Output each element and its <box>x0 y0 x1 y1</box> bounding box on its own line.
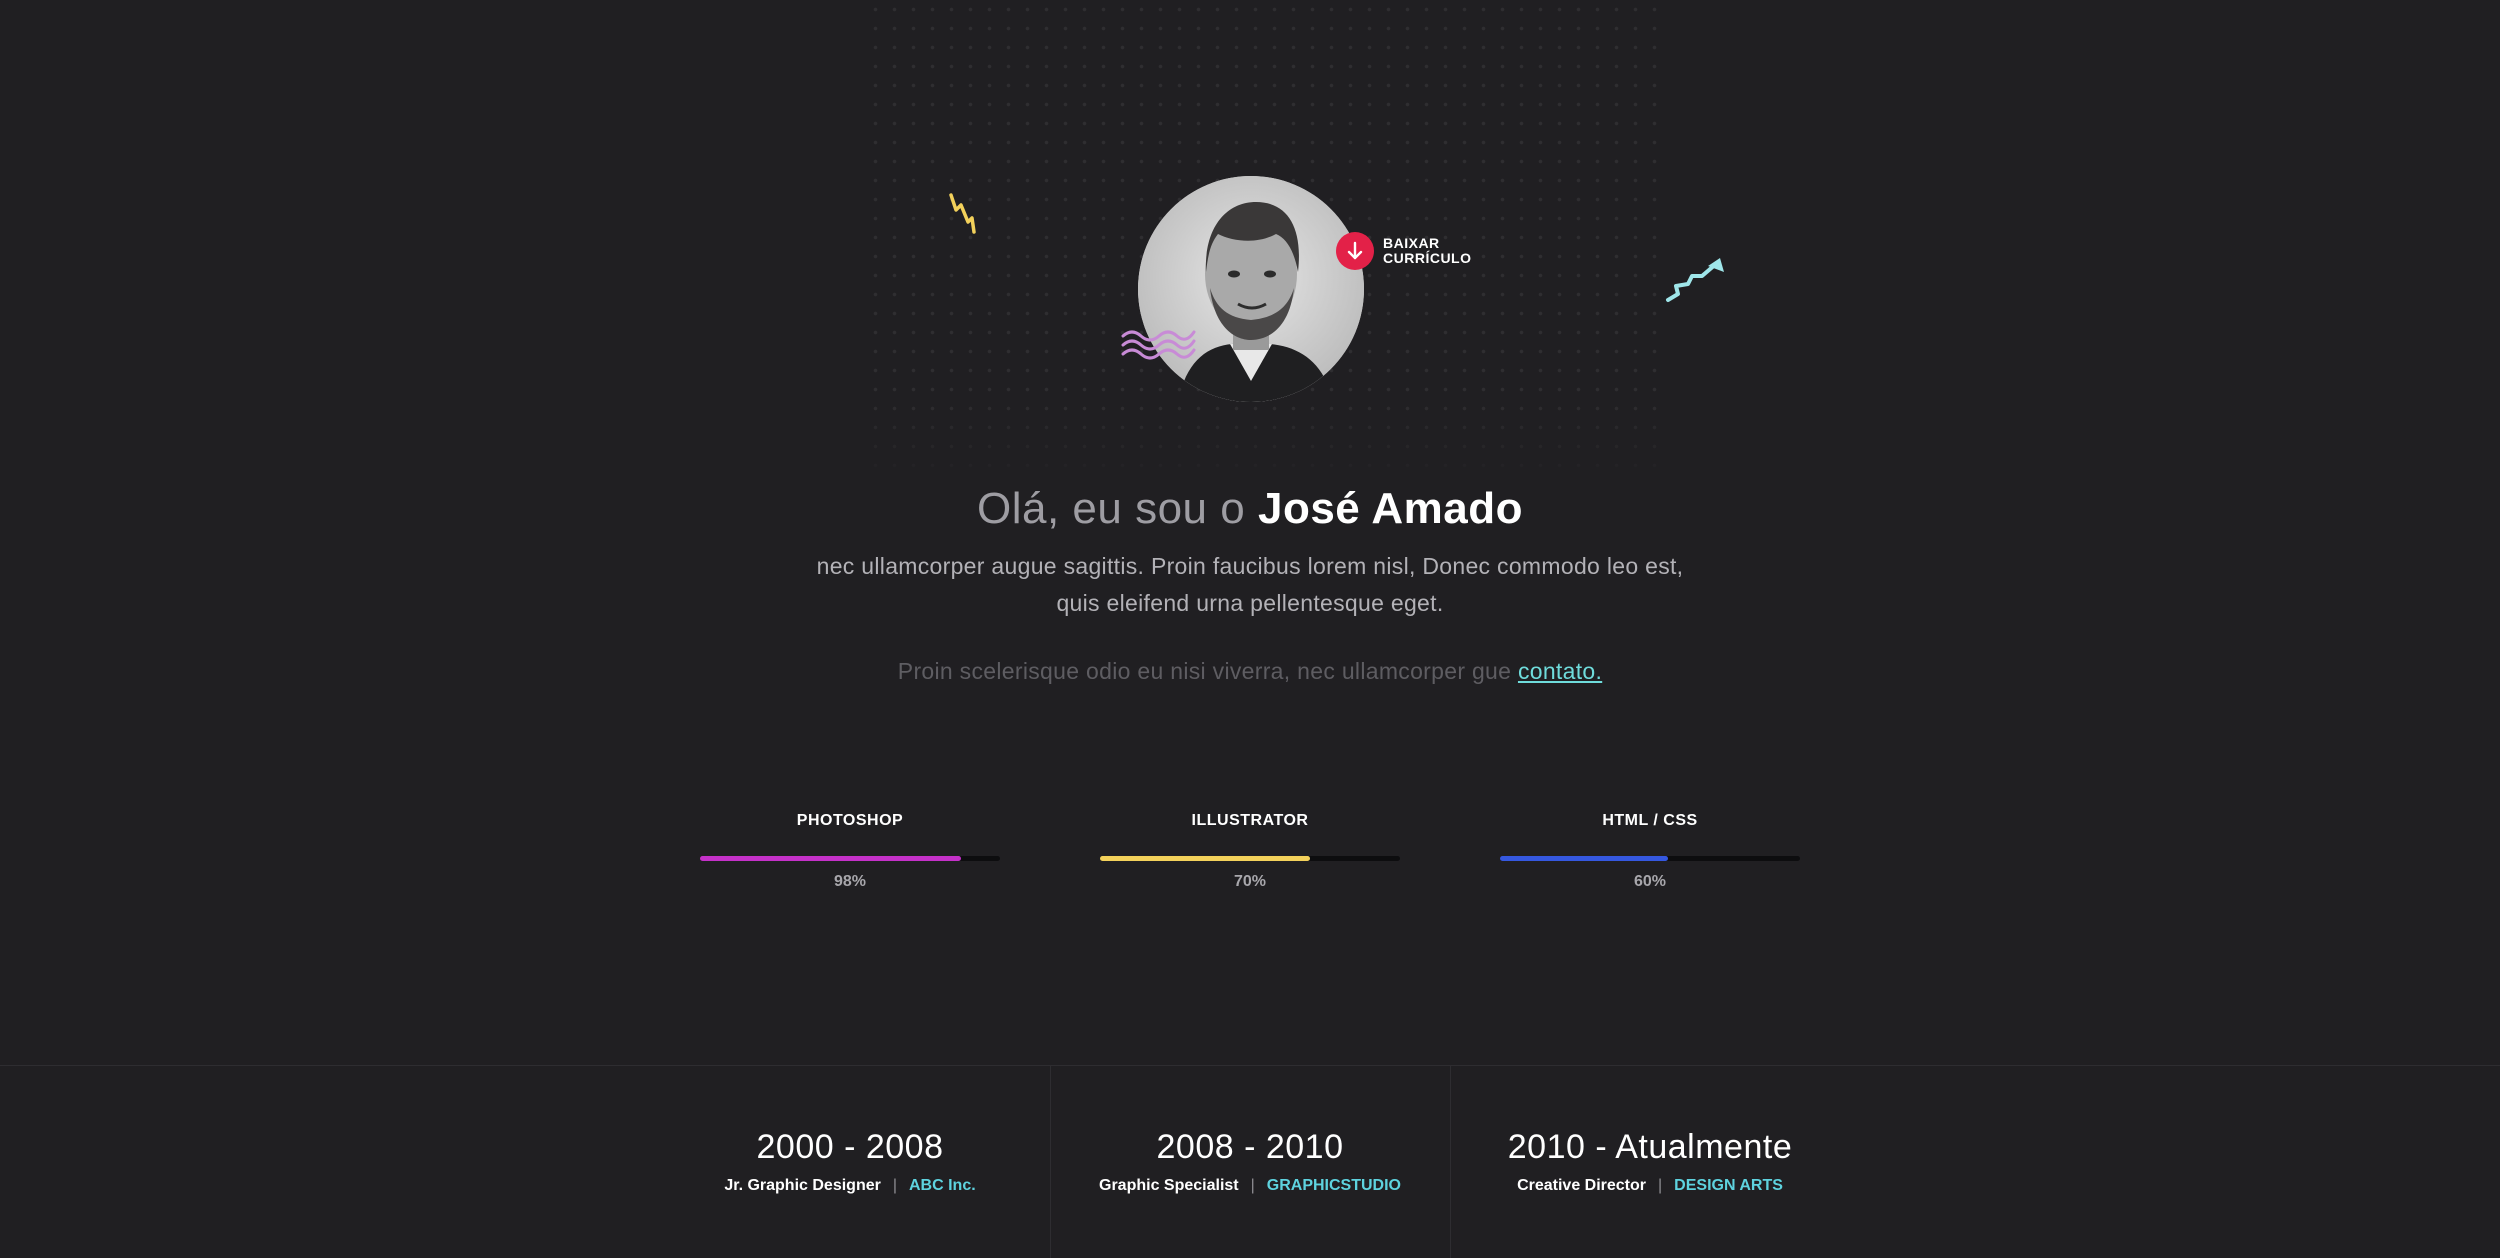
skill-progress-fill <box>1100 856 1310 861</box>
experience-details: Creative Director | DESIGN ARTS <box>1450 1177 1850 1195</box>
skill-progress-track <box>1500 856 1800 861</box>
experience-details: Graphic Specialist | GRAPHICSTUDIO <box>1050 1177 1450 1195</box>
avatar <box>1138 176 1364 402</box>
download-cv-label: BAIXAR CURRÍCULO <box>1383 236 1472 266</box>
skill-progress-fill <box>700 856 961 861</box>
download-label-line2: CURRÍCULO <box>1383 250 1472 266</box>
arrow-down-icon <box>1336 232 1374 270</box>
contact-line: Proin scelerisque odio eu nisi viverra, … <box>0 658 2500 685</box>
skill-html-css: HTML / CSS 60% <box>1500 812 1800 891</box>
skill-name: PHOTOSHOP <box>796 812 904 829</box>
skill-name: HTML / CSS <box>1602 812 1698 829</box>
page-title: Olá, eu sou o José Amado <box>0 484 2500 534</box>
experience-company: DESIGN ARTS <box>1674 1177 1783 1194</box>
skill-progress-fill <box>1500 856 1668 861</box>
experience-company: GRAPHICSTUDIO <box>1266 1177 1401 1194</box>
wave-icon <box>1121 330 1196 360</box>
experience-item: 2000 - 2008 Jr. Graphic Designer | ABC Inc… <box>650 1128 1050 1195</box>
skill-percent: 70% <box>1233 873 1267 890</box>
person-name: José Amado <box>1257 484 1523 533</box>
greeting-text: Olá, eu sou o <box>977 484 1246 533</box>
lightning-icon <box>949 193 976 234</box>
experience-separator: | <box>1658 1177 1663 1194</box>
experience-years: 2000 - 2008 <box>756 1128 944 1166</box>
experience-role: Jr. Graphic Designer <box>724 1177 881 1194</box>
experience-role: Graphic Specialist <box>1099 1177 1239 1194</box>
section-divider <box>0 1065 2500 1066</box>
skill-photoshop: PHOTOSHOP 98% <box>700 812 1000 891</box>
skill-percent: 98% <box>833 873 867 890</box>
contact-link[interactable]: contato. <box>1518 658 1602 684</box>
skill-progress-track <box>700 856 1000 861</box>
download-cv-button[interactable]: BAIXAR CURRÍCULO <box>1336 232 1472 270</box>
experience-details: Jr. Graphic Designer | ABC Inc. <box>650 1177 1050 1195</box>
skill-name: ILLUSTRATOR <box>1191 812 1309 829</box>
avatar-portrait <box>1138 176 1364 402</box>
skill-percent: 60% <box>1633 873 1667 890</box>
intro-paragraph: nec ullamcorper augue sagittis. Proin fa… <box>750 548 1750 622</box>
intro-line-2: quis eleifend urna pellentesque eget. <box>1056 590 1444 616</box>
experience-separator: | <box>892 1177 897 1194</box>
experience-role: Creative Director <box>1517 1177 1647 1194</box>
skill-illustrator: ILLUSTRATOR 70% <box>1100 812 1400 891</box>
contact-text: Proin scelerisque odio eu nisi viverra, … <box>897 658 1512 684</box>
download-label-line1: BAIXAR <box>1383 235 1440 251</box>
experience-years: 2010 - Atualmente <box>1507 1128 1793 1166</box>
skill-progress-track <box>1100 856 1400 861</box>
experience-item: 2010 - Atualmente Creative Director | DESI… <box>1450 1128 1850 1195</box>
intro-line-1: nec ullamcorper augue sagittis. Proin fa… <box>816 553 1684 579</box>
page: BAIXAR CURRÍCULO Olá, eu sou o José Amad… <box>0 0 2500 1258</box>
experience-company: ABC Inc. <box>909 1177 976 1194</box>
experience-item: 2008 - 2010 Graphic Specialist | GRAPHICST… <box>1050 1128 1450 1195</box>
experience-years: 2008 - 2010 <box>1156 1128 1344 1166</box>
experience-separator: | <box>1250 1177 1255 1194</box>
zigzag-arrow-icon <box>1666 258 1724 302</box>
